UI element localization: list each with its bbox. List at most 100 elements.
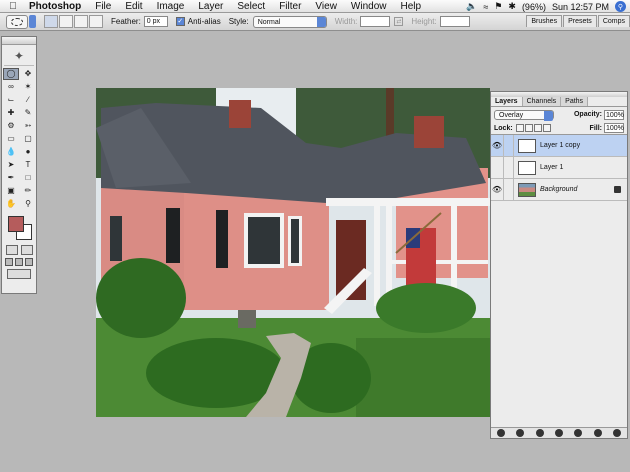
feather-logo-icon[interactable]: ✦: [4, 46, 34, 66]
layer-link-cell[interactable]: [504, 156, 514, 179]
magic-wand-tool-icon[interactable]: ✶: [20, 81, 36, 93]
menu-help[interactable]: Help: [401, 1, 422, 12]
crop-tool-icon[interactable]: ⌙: [3, 94, 19, 106]
eye-icon[interactable]: 👁: [491, 134, 504, 157]
move-tool-icon[interactable]: ✥: [20, 68, 36, 80]
lock-transparency-icon[interactable]: [515, 124, 524, 132]
eraser-tool-icon[interactable]: ▭: [3, 133, 19, 145]
layer-style-icon[interactable]: [516, 429, 525, 437]
feather-input[interactable]: 0 px: [143, 16, 168, 27]
clock[interactable]: Sun 12:57 PM: [552, 2, 609, 12]
layer-link-cell[interactable]: [504, 134, 514, 157]
tool-preset-picker[interactable]: [6, 14, 28, 29]
menu-image[interactable]: Image: [157, 1, 185, 12]
layer-mask-icon[interactable]: [535, 429, 544, 437]
lock-row: Lock: Fill: 100%: [491, 122, 627, 135]
imageready-icon[interactable]: [7, 269, 31, 279]
tab-channels[interactable]: Channels: [522, 97, 562, 106]
spotlight-icon[interactable]: ⚲: [615, 1, 626, 12]
tab-layers[interactable]: Layers: [491, 97, 523, 106]
new-group-icon[interactable]: [554, 429, 563, 437]
add-selection-icon[interactable]: [59, 15, 73, 28]
menu-select[interactable]: Select: [237, 1, 265, 12]
path-selection-tool-icon[interactable]: ➤: [3, 159, 19, 171]
new-layer-icon[interactable]: [593, 429, 602, 437]
fill-input[interactable]: 100%: [604, 123, 624, 133]
tools-titlebar[interactable]: [2, 37, 36, 45]
lock-all-icon[interactable]: [542, 124, 551, 132]
style-label: Style:: [228, 17, 249, 26]
blend-mode-select[interactable]: Overlay: [494, 109, 554, 121]
preset-dropdown-arrow[interactable]: [29, 15, 36, 28]
quick-mask-mode-icon[interactable]: [20, 245, 33, 255]
subtract-selection-icon[interactable]: [74, 15, 88, 28]
layer-name: Layer 1 copy: [540, 142, 581, 149]
full-screen-icon[interactable]: [25, 258, 33, 266]
tools-palette: ✦ ◯ ✥ ∞ ✶ ⌙ ∕ ✚ ✎ ⚙ ➳ ▭ ▢ 💧 ● ➤ T ✒ □ ▣ …: [1, 36, 37, 294]
layer-row[interactable]: 👁 Layer 1 copy: [491, 134, 627, 157]
well-tab-brushes[interactable]: Brushes: [526, 15, 563, 27]
link-layers-icon[interactable]: [496, 429, 505, 437]
layer-row[interactable]: Layer 1: [491, 156, 627, 179]
menu-window[interactable]: Window: [351, 1, 387, 12]
bluetooth-icon[interactable]: ✱: [508, 1, 516, 12]
style-select[interactable]: Normal: [252, 15, 327, 28]
document-canvas[interactable]: [96, 88, 490, 417]
history-brush-tool-icon[interactable]: ➳: [20, 120, 36, 132]
zoom-tool-icon[interactable]: ⚲: [20, 198, 36, 210]
lock-pixels-icon[interactable]: [524, 124, 533, 132]
menu-edit[interactable]: Edit: [125, 1, 142, 12]
lock-position-icon[interactable]: [533, 124, 542, 132]
house-photo: [96, 88, 490, 417]
new-selection-icon[interactable]: [44, 15, 58, 28]
full-screen-menu-icon[interactable]: [15, 258, 23, 266]
tool-grid: ◯ ✥ ∞ ✶ ⌙ ∕ ✚ ✎ ⚙ ➳ ▭ ▢ 💧 ● ➤ T ✒ □ ▣ ✏ …: [2, 67, 36, 211]
menu-view[interactable]: View: [315, 1, 337, 12]
flag-icon[interactable]: ⚑: [494, 1, 502, 12]
eye-icon[interactable]: 👁: [491, 178, 504, 201]
swap-dimensions-icon[interactable]: ⇄: [394, 17, 404, 26]
wifi-icon[interactable]: ≈: [483, 2, 488, 12]
marquee-tool-icon[interactable]: ◯: [3, 68, 19, 80]
hand-tool-icon[interactable]: ✋: [3, 198, 19, 210]
foreground-color-swatch[interactable]: [8, 216, 24, 232]
tab-paths[interactable]: Paths: [561, 97, 589, 106]
trash-icon[interactable]: [613, 429, 622, 437]
eye-hidden-cell[interactable]: [491, 156, 504, 179]
shape-tool-icon[interactable]: □: [20, 172, 36, 184]
clone-stamp-tool-icon[interactable]: ⚙: [3, 120, 19, 132]
notes-tool-icon[interactable]: ▣: [3, 185, 19, 197]
height-input[interactable]: [439, 16, 470, 27]
well-tab-presets[interactable]: Presets: [563, 15, 597, 27]
layer-link-cell[interactable]: [504, 178, 514, 201]
type-tool-icon[interactable]: T: [20, 159, 36, 171]
standard-mode-icon[interactable]: [5, 245, 18, 255]
antialias-checkbox[interactable]: ✓: [175, 17, 185, 26]
well-tab-comps[interactable]: Comps: [597, 15, 630, 27]
intersect-selection-icon[interactable]: [89, 15, 103, 28]
width-input[interactable]: [360, 16, 391, 27]
menu-file[interactable]: File: [95, 1, 111, 12]
layer-row[interactable]: 👁 Background: [491, 178, 627, 201]
dodge-tool-icon[interactable]: ●: [20, 146, 36, 158]
eyedropper-tool-icon[interactable]: ✏: [20, 185, 36, 197]
adjustment-layer-icon[interactable]: [574, 429, 583, 437]
gradient-tool-icon[interactable]: ▢: [20, 133, 36, 145]
pen-tool-icon[interactable]: ✒: [3, 172, 19, 184]
app-menu[interactable]: Photoshop: [29, 1, 81, 12]
selection-mode-group: [44, 15, 103, 28]
menu-filter[interactable]: Filter: [279, 1, 301, 12]
apple-menu-icon[interactable]: : [6, 1, 20, 12]
battery-status[interactable]: (96%): [522, 2, 546, 12]
standard-screen-icon[interactable]: [5, 258, 13, 266]
healing-brush-tool-icon[interactable]: ✚: [3, 107, 19, 119]
blur-tool-icon[interactable]: 💧: [3, 146, 19, 158]
brush-tool-icon[interactable]: ✎: [20, 107, 36, 119]
opacity-input[interactable]: 100%: [604, 109, 624, 120]
quick-mask-modes: [4, 245, 34, 255]
lasso-tool-icon[interactable]: ∞: [3, 81, 19, 93]
lock-label: Lock:: [494, 124, 513, 132]
menu-layer[interactable]: Layer: [198, 1, 223, 12]
slice-tool-icon[interactable]: ∕: [20, 94, 36, 106]
volume-icon[interactable]: 🔈: [466, 1, 477, 12]
